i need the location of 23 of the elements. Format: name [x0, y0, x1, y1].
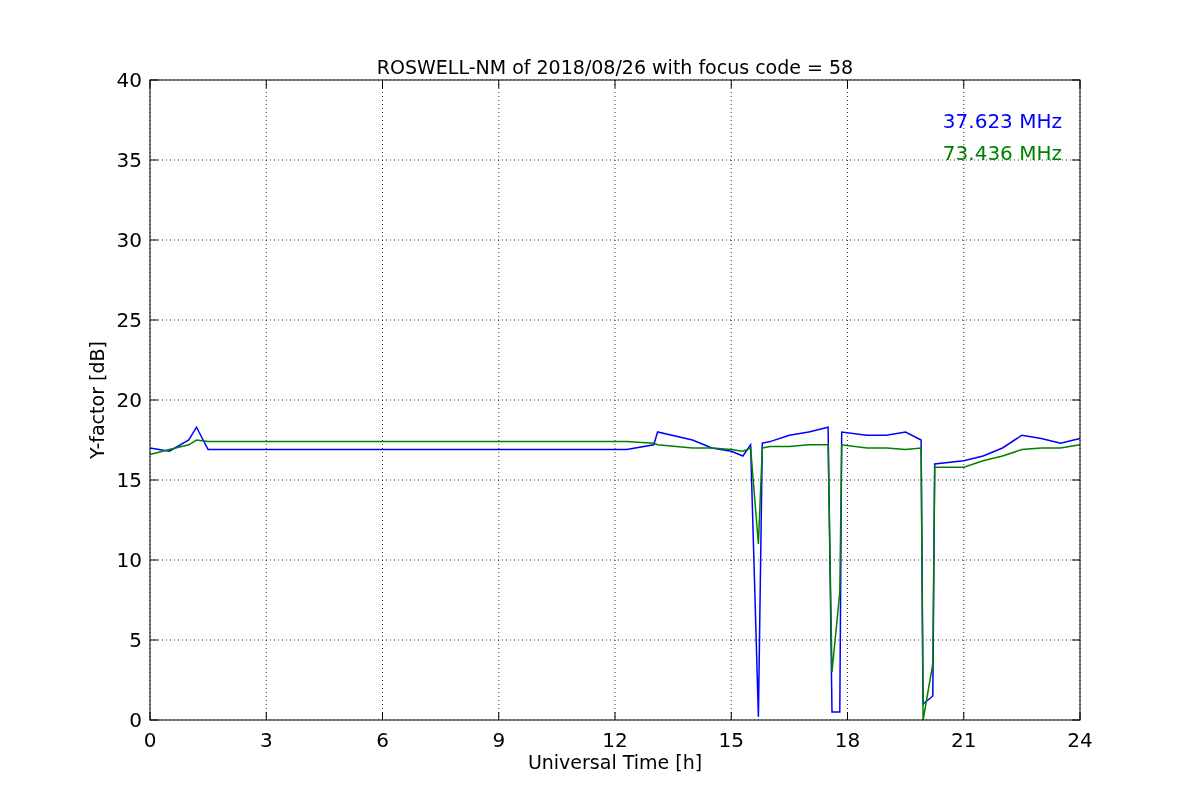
- y-tick-label: 5: [129, 628, 142, 652]
- y-tick-label: 15: [116, 468, 142, 492]
- y-tick-label: 10: [116, 548, 142, 572]
- y-tick-label: 30: [116, 228, 142, 252]
- x-tick-label: 18: [834, 728, 861, 752]
- x-tick-label: 12: [602, 728, 628, 752]
- x-tick-label: 0: [143, 728, 157, 752]
- x-tick-label: 3: [259, 728, 273, 752]
- chart-title: ROSWELL-NM of 2018/08/26 with focus code = 58: [376, 56, 854, 78]
- y-tick-label: 25: [116, 308, 142, 332]
- x-tick-label: 9: [492, 728, 506, 752]
- y-tick-label: 0: [129, 708, 142, 732]
- y-axis-label: Y-factor [dB]: [86, 341, 108, 459]
- legend-label: 37.623 MHz: [942, 109, 1062, 133]
- y-tick-label: 20: [116, 388, 142, 412]
- x-tick-label: 24: [1067, 728, 1093, 752]
- y-tick-label: 35: [116, 148, 142, 172]
- legend-label: 73.436 MHz: [942, 141, 1062, 165]
- y-tick-label: 40: [116, 68, 142, 92]
- x-tick-label: 6: [376, 728, 389, 752]
- x-tick-label: 15: [718, 728, 744, 752]
- x-axis-label: Universal Time [h]: [527, 751, 703, 773]
- x-tick-label: 21: [951, 728, 977, 752]
